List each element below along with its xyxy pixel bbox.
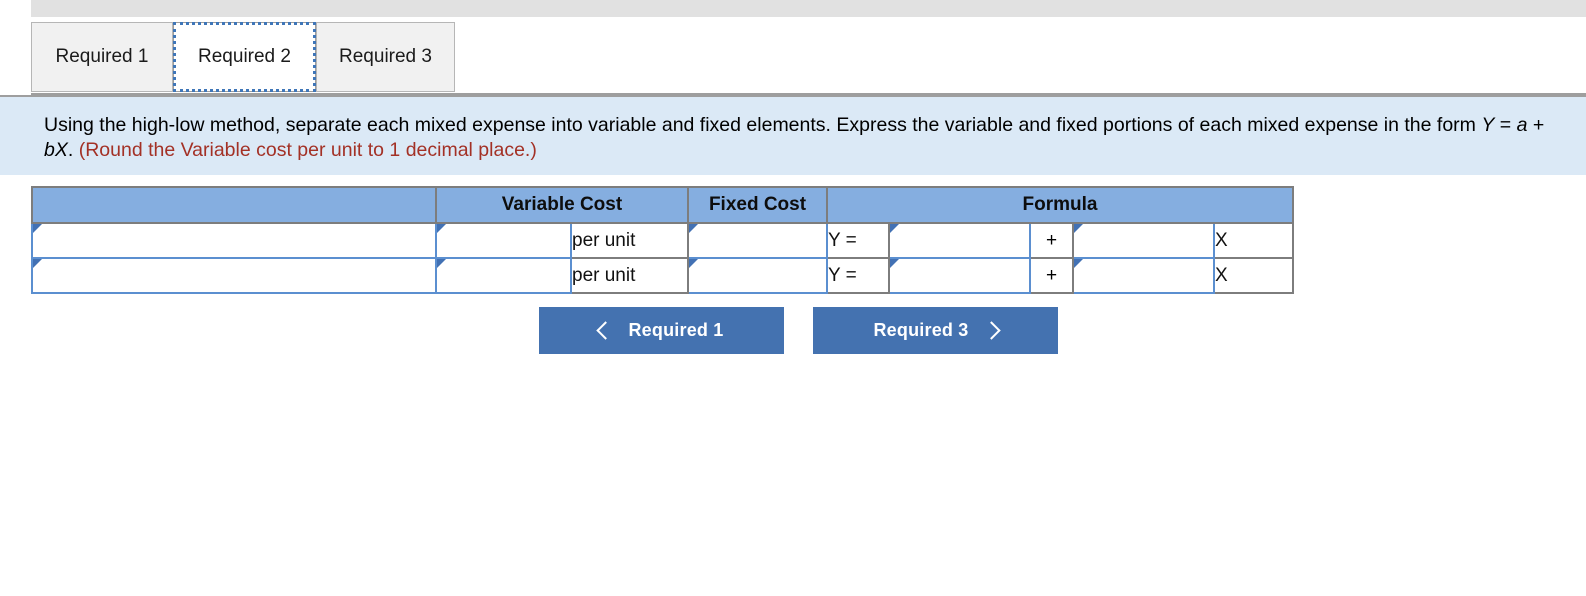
expense-name-input-row1[interactable] bbox=[31, 222, 437, 259]
y-equals-label-row2: Y = bbox=[826, 257, 890, 294]
tab-required-2-label: Required 2 bbox=[198, 46, 291, 67]
chevron-right-icon bbox=[981, 321, 1001, 340]
column-header-variable-cost: Variable Cost bbox=[435, 186, 689, 224]
tab-bar: Required 1 Required 2 Required 3 bbox=[0, 22, 1586, 94]
per-unit-label-row2: per unit bbox=[570, 257, 689, 294]
formula-a-input-row1[interactable] bbox=[888, 222, 1031, 259]
formula-a-input-row2[interactable] bbox=[888, 257, 1031, 294]
fixed-cost-input-row2[interactable] bbox=[687, 257, 828, 294]
tab-required-1-label: Required 1 bbox=[55, 46, 149, 67]
next-required-button-label: Required 3 bbox=[873, 320, 969, 340]
expense-name-input-row2[interactable] bbox=[31, 257, 437, 294]
chevron-left-icon bbox=[596, 321, 616, 340]
formula-plus-sign-row2: + bbox=[1029, 257, 1074, 294]
variable-cost-input-row2[interactable] bbox=[435, 257, 572, 294]
tab-required-2[interactable]: Required 2 bbox=[173, 22, 316, 92]
formula-x-label-row2: X bbox=[1213, 257, 1294, 294]
formula-b-input-row1[interactable] bbox=[1072, 222, 1215, 259]
instruction-panel: Using the high-low method, separate each… bbox=[0, 95, 1586, 175]
top-gray-bar bbox=[31, 0, 1586, 17]
fixed-cost-input-row1[interactable] bbox=[687, 222, 828, 259]
prev-required-button[interactable]: Required 1 bbox=[539, 307, 784, 354]
column-header-fixed-cost: Fixed Cost bbox=[687, 186, 828, 224]
formula-plus-sign-row1: + bbox=[1029, 222, 1074, 259]
table-row: per unit Y = + X bbox=[31, 222, 1294, 259]
formula-equals: = bbox=[1494, 114, 1517, 136]
instruction-text: Using the high-low method, separate each… bbox=[44, 113, 1556, 163]
column-header-name bbox=[31, 186, 437, 224]
formula-y: Y bbox=[1481, 114, 1495, 136]
formula-bx: bX bbox=[44, 139, 68, 161]
per-unit-label-row1: per unit bbox=[570, 222, 689, 259]
instruction-sentence: Using the high-low method, separate each… bbox=[44, 114, 1482, 136]
tab-required-1[interactable]: Required 1 bbox=[31, 22, 173, 92]
cost-formula-table-wrap: Variable Cost Fixed Cost Formula per uni… bbox=[31, 186, 1294, 294]
formula-b-input-row2[interactable] bbox=[1072, 257, 1215, 294]
table-row: per unit Y = + X bbox=[31, 257, 1294, 294]
cost-formula-table: Variable Cost Fixed Cost Formula per uni… bbox=[31, 186, 1294, 294]
rounding-note: (Round the Variable cost per unit to 1 d… bbox=[78, 139, 537, 161]
next-required-button[interactable]: Required 3 bbox=[813, 307, 1058, 354]
formula-period: . bbox=[67, 139, 79, 161]
table-header-row: Variable Cost Fixed Cost Formula bbox=[31, 186, 1294, 224]
tab-required-3[interactable]: Required 3 bbox=[316, 22, 455, 92]
formula-plus: + bbox=[1527, 114, 1545, 136]
tab-required-3-label: Required 3 bbox=[339, 46, 432, 67]
prev-required-button-label: Required 1 bbox=[628, 320, 724, 340]
column-header-formula: Formula bbox=[826, 186, 1294, 224]
formula-a: a bbox=[1516, 114, 1528, 136]
formula-x-label-row1: X bbox=[1213, 222, 1294, 259]
y-equals-label-row1: Y = bbox=[826, 222, 890, 259]
variable-cost-input-row1[interactable] bbox=[435, 222, 572, 259]
